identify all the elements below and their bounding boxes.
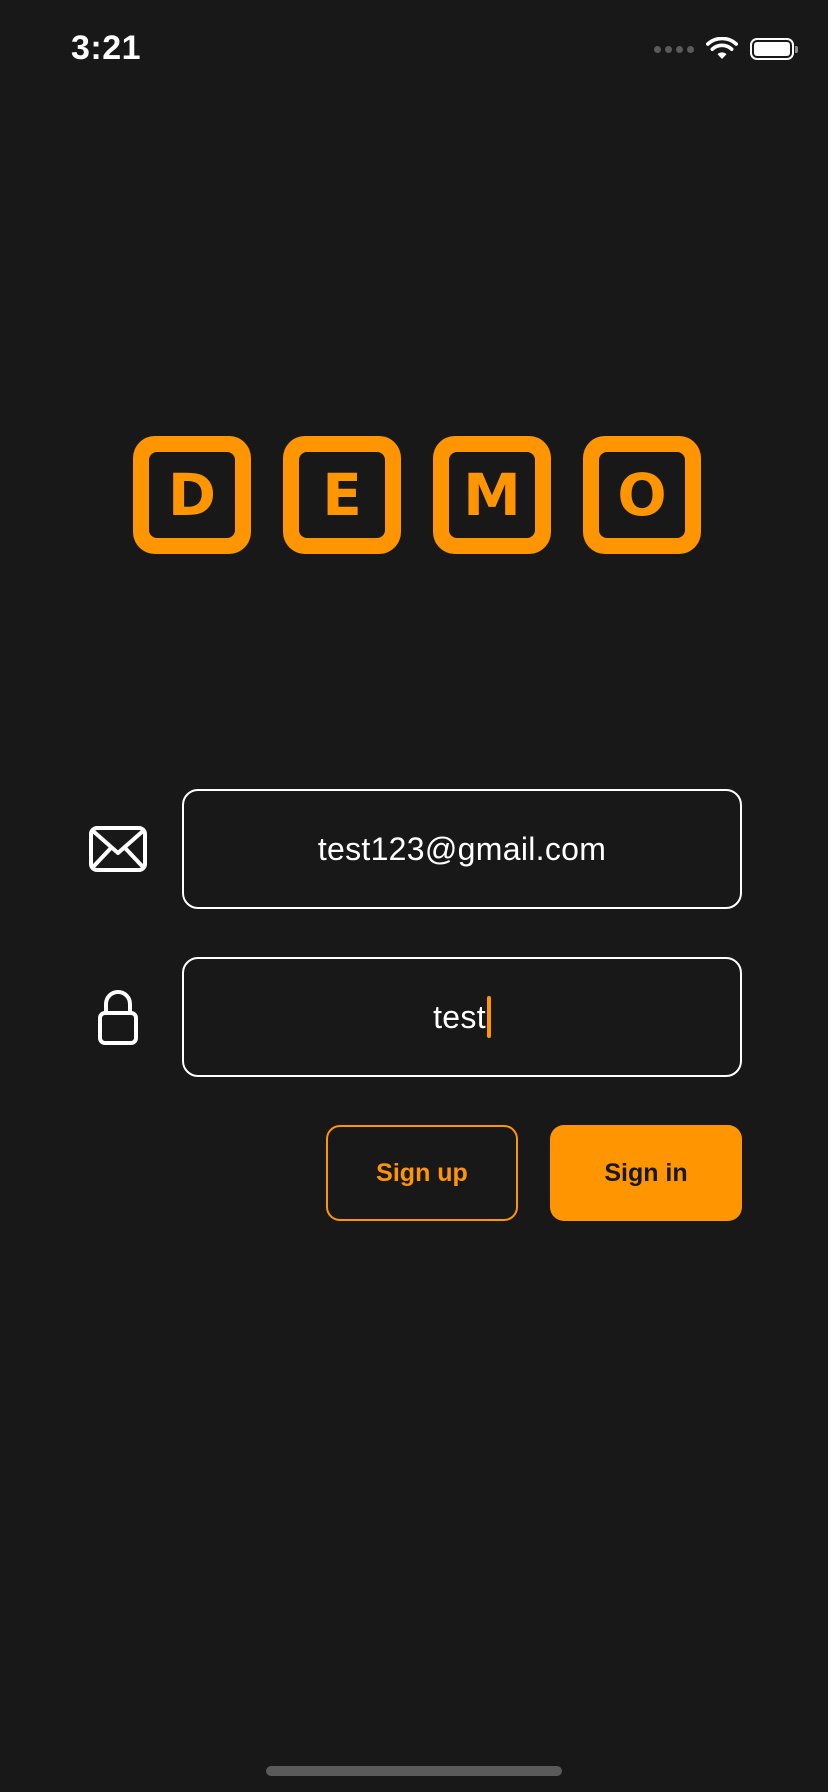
- email-row: test123@gmail.com: [0, 789, 828, 909]
- password-row: test: [0, 957, 828, 1077]
- logo-tile-o: O: [583, 436, 701, 554]
- password-field[interactable]: test: [182, 957, 742, 1077]
- signal-icon: [654, 45, 694, 53]
- email-field[interactable]: test123@gmail.com: [182, 789, 742, 909]
- mail-icon: [88, 819, 148, 879]
- battery-icon: [750, 38, 798, 60]
- status-icons: [654, 34, 798, 64]
- sign-up-button[interactable]: Sign up: [326, 1125, 518, 1221]
- logo-tile-e: E: [283, 436, 401, 554]
- logo-tile-d: D: [133, 436, 251, 554]
- logo-tile-m: M: [433, 436, 551, 554]
- logo-letter: E: [299, 452, 385, 538]
- logo-letter: D: [149, 452, 235, 538]
- text-cursor: [486, 996, 491, 1038]
- sign-in-button[interactable]: Sign in: [550, 1125, 742, 1221]
- logo-letter: O: [599, 452, 685, 538]
- status-time: 3:21: [71, 29, 142, 67]
- demo-logo: D E M O: [133, 436, 701, 554]
- email-value: test123@gmail.com: [317, 830, 607, 867]
- home-indicator[interactable]: [266, 1766, 562, 1776]
- wifi-icon: [706, 37, 738, 59]
- password-value: test: [433, 998, 486, 1035]
- logo-letter: M: [449, 452, 535, 538]
- lock-icon: [88, 987, 148, 1047]
